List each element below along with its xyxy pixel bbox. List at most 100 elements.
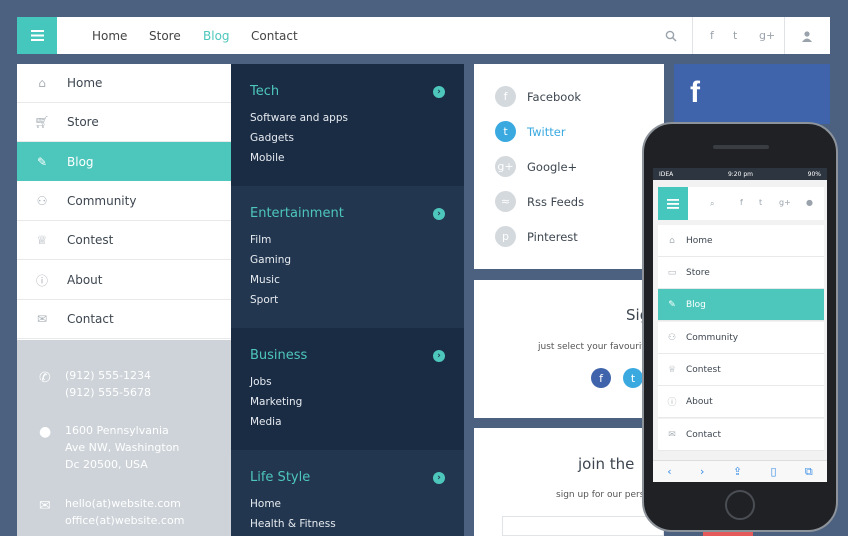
category-link[interactable]: Software and apps [250, 108, 445, 128]
phone-menu-community[interactable]: ⚇ Community [658, 322, 824, 354]
chevron-right-icon[interactable]: › [433, 350, 445, 362]
category-link[interactable]: Gaming [250, 250, 445, 270]
join-panel: join the sign up for our perso [474, 428, 664, 536]
facebook-icon[interactable]: f [591, 368, 611, 388]
home-icon: ⌂ [669, 235, 675, 246]
hamburger-icon [31, 30, 44, 41]
time-label: 9:20 pm [727, 170, 753, 178]
category-link[interactable]: Media [250, 412, 445, 432]
share-icon[interactable]: ⇪ [733, 465, 742, 478]
facebook-tile[interactable]: f [674, 64, 830, 124]
chevron-right-icon[interactable]: › [433, 86, 445, 98]
menu-item-blog[interactable]: ✎ Blog [17, 142, 231, 181]
nav-home-label: Home [92, 28, 128, 43]
menu-item-about[interactable]: ⓘ About [17, 261, 231, 300]
facebook-link[interactable]: f [710, 17, 714, 54]
user-icon[interactable]: ● [806, 198, 813, 207]
phone-menu-label: Home [686, 235, 713, 246]
phone-menu-contact[interactable]: ✉ Contact [658, 419, 824, 451]
email-input[interactable] [502, 516, 664, 536]
nav-blog-label: Blog [203, 28, 230, 43]
twitter-icon[interactable]: t [759, 198, 762, 207]
menu-item-contact[interactable]: ✉ Contact [17, 300, 231, 339]
address-line-1: 1600 Pennsylvania [65, 424, 169, 437]
menu-item-community[interactable]: ⚇ Community [17, 182, 231, 221]
info-icon: ⓘ [35, 273, 48, 288]
address-line-2: Ave NW, Washington [65, 441, 180, 454]
category-title[interactable]: Tech [250, 84, 445, 99]
phone-menu-store[interactable]: ▭ Store [658, 257, 824, 289]
category-link[interactable]: Sport [250, 290, 445, 310]
menu-item-store[interactable]: 🛒︎ Store [17, 103, 231, 142]
tabs-icon[interactable]: ⧉ [805, 465, 813, 479]
info-icon: ⓘ [667, 398, 677, 408]
menu-label: Store [67, 115, 99, 129]
phone-menu-label: Community [686, 332, 739, 343]
category-title[interactable]: Life Style [250, 470, 445, 485]
facebook-icon[interactable]: f [740, 198, 743, 207]
side-menu: ⌂ Home 🛒︎ Store ✎ Blog ⚇ Community ♕ Contest … [17, 64, 231, 340]
social-facebook[interactable]: f Facebook [495, 86, 581, 107]
join-title: join the [578, 455, 635, 473]
phone-menu-about[interactable]: ⓘ About [658, 386, 824, 418]
phone-menu-blog[interactable]: ✎ Blog [658, 289, 824, 321]
category-link[interactable]: Jobs [250, 372, 445, 392]
category-link[interactable]: Gadgets [250, 128, 445, 148]
category-tech: Tech Software and apps Gadgets Mobile › [231, 64, 464, 186]
menu-label: Blog [67, 154, 94, 169]
category-title[interactable]: Business [250, 348, 445, 363]
twitter-icon[interactable]: t [623, 368, 643, 388]
twitter-link[interactable]: t [733, 17, 737, 54]
phone-2: (912) 555-5678 [65, 386, 152, 399]
phone-menu-contest[interactable]: ♕ Contest [658, 354, 824, 386]
menu-item-contest[interactable]: ♕ Contest [17, 221, 231, 260]
email-1[interactable]: hello(at)website.com [65, 495, 184, 512]
phone-hamburger-button[interactable] [658, 187, 688, 220]
phone-menu-label: Blog [686, 299, 706, 310]
nav-home[interactable]: Home [92, 17, 127, 54]
forward-icon[interactable]: › [700, 465, 704, 478]
twitter-icon: t [495, 121, 516, 142]
social-rss[interactable]: ≈ Rss Feeds [495, 191, 584, 212]
category-link[interactable]: Mobile [250, 148, 445, 168]
category-link[interactable]: Film [250, 230, 445, 250]
googleplus-link[interactable]: g+ [759, 17, 775, 54]
chevron-right-icon[interactable]: › [433, 208, 445, 220]
hamburger-menu-button[interactable] [17, 17, 57, 54]
trophy-icon: ♕ [667, 364, 677, 375]
user-button[interactable] [801, 17, 813, 54]
address-line-3: Dc 20500, USA [65, 458, 148, 471]
search-icon[interactable]: ⌕ [710, 199, 714, 209]
phone-browser-toolbar: ‹ › ⇪ ▯ ⧉ [653, 460, 827, 482]
menu-label: About [67, 273, 103, 287]
phone-1: (912) 555-1234 [65, 369, 152, 382]
social-label: Twitter [527, 124, 566, 139]
twitter-icon: t [733, 29, 738, 42]
category-title[interactable]: Entertainment [250, 206, 445, 221]
chevron-right-icon[interactable]: › [433, 472, 445, 484]
googleplus-icon[interactable]: g+ [779, 198, 791, 207]
nav-contact[interactable]: Contact [251, 17, 298, 54]
phone-menu-home[interactable]: ⌂ Home [658, 225, 824, 257]
category-link[interactable]: Music [250, 270, 445, 290]
email-2[interactable]: office(at)website.com [65, 512, 184, 529]
category-link[interactable]: Home [250, 494, 445, 514]
carrier-label: IDEA [659, 170, 674, 178]
category-link[interactable]: Marketing [250, 392, 445, 412]
people-icon: ⚇ [667, 332, 677, 343]
bookmarks-icon[interactable]: ▯ [770, 465, 776, 478]
nav-blog[interactable]: Blog [203, 17, 230, 54]
social-label: Google+ [527, 159, 578, 174]
search-button[interactable] [665, 17, 677, 54]
phone-status-bar: IDEA 9:20 pm 90% [653, 168, 827, 180]
category-link[interactable]: Health & Fitness [250, 514, 445, 534]
social-googleplus[interactable]: g+ Google+ [495, 156, 577, 177]
category-lifestyle: Life Style Home Health & Fitness › [231, 450, 464, 536]
menu-item-home[interactable]: ⌂ Home [17, 64, 231, 103]
social-twitter[interactable]: t Twitter [495, 121, 566, 142]
nav-store[interactable]: Store [149, 17, 181, 54]
back-icon[interactable]: ‹ [667, 465, 671, 478]
mail-icon: ✉ [36, 312, 48, 326]
map-pin-icon: ● [39, 424, 52, 440]
social-pinterest[interactable]: p Pinterest [495, 226, 578, 247]
